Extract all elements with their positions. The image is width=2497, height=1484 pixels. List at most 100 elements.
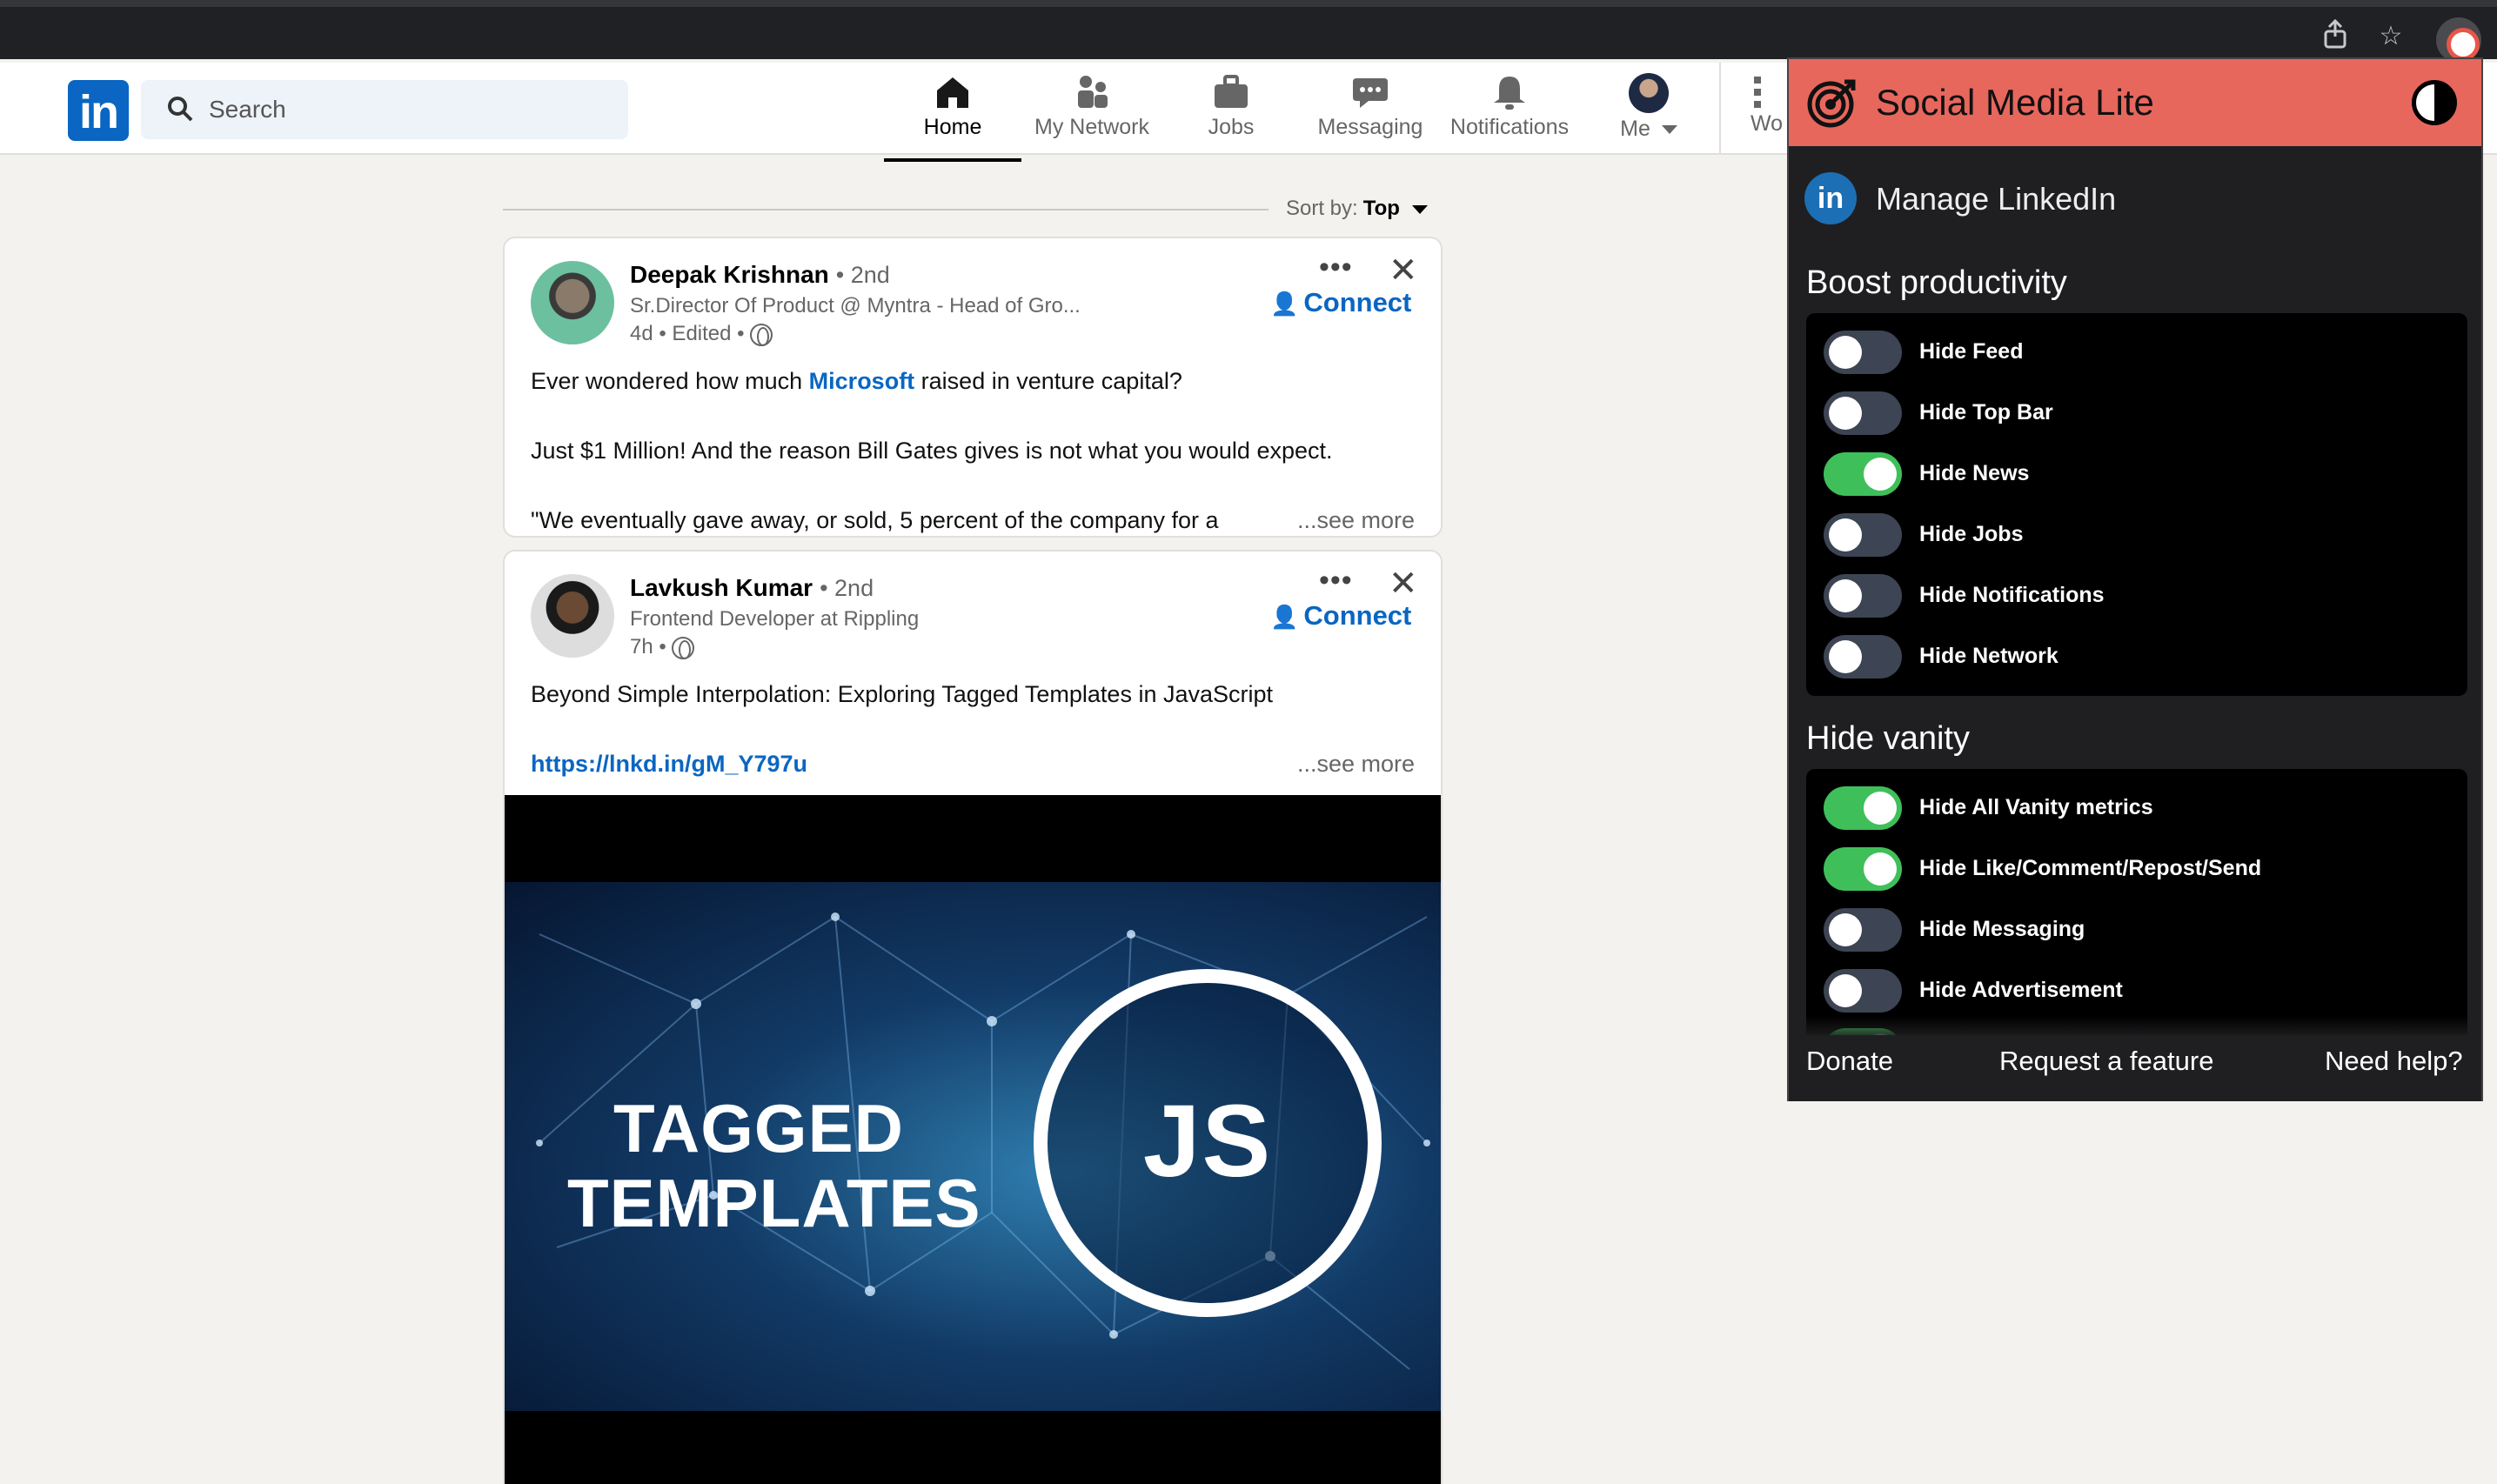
author-name-row[interactable]: Deepak Krishnan • 2nd	[630, 261, 890, 289]
need-help-link[interactable]: Need help?	[2325, 1046, 2463, 1077]
author-headline: Sr.Director Of Product @ Myntra - Head o…	[630, 294, 1081, 318]
toggle-switch[interactable]	[1824, 331, 1902, 374]
toggle-label: Hide Network	[1919, 644, 2059, 668]
toggle-switch[interactable]	[1824, 847, 1902, 891]
nav-messaging-label: Messaging	[1317, 115, 1423, 139]
image-badge: JS	[1142, 1084, 1273, 1199]
close-icon[interactable]: ✕	[1389, 564, 1418, 604]
toggle-switch[interactable]	[1824, 574, 1902, 618]
author-name[interactable]: Deepak Krishnan	[630, 261, 829, 288]
nav-work-label: Wo	[1751, 111, 1784, 136]
toggle-label: Hide News	[1919, 461, 2030, 485]
section-title-boost: Boost productivity	[1806, 264, 2067, 301]
globe-icon	[749, 323, 773, 346]
toggle-switch[interactable]	[1824, 969, 1902, 1013]
nav-notifications-label: Notifications	[1449, 115, 1570, 139]
image-title-line: TAGGED	[613, 1090, 904, 1166]
boost-productivity-panel: Hide Feed Hide Top Bar Hide News Hide Jo…	[1806, 313, 2467, 696]
author-avatar[interactable]	[531, 574, 614, 658]
see-more-link[interactable]: ...see more	[1297, 746, 1415, 781]
sort-control[interactable]: Sort by: Top	[1286, 197, 1428, 221]
post-time: 7h •	[630, 635, 666, 658]
linkedin-logo[interactable]: in	[68, 80, 129, 141]
connection-degree: • 2nd	[820, 575, 874, 601]
post-time: 4d • Edited •	[630, 322, 745, 345]
nav-notifications[interactable]: Notifications	[1441, 73, 1578, 151]
linkedin-icon: in	[1804, 172, 1857, 224]
connect-button[interactable]: 👤 Connect	[1270, 600, 1411, 632]
chevron-down-icon	[1411, 204, 1428, 214]
see-more-link[interactable]: ...see more	[1288, 503, 1415, 536]
toggle-label: Hide All Vanity metrics	[1919, 795, 2153, 819]
nav-messaging[interactable]: Messaging	[1302, 73, 1439, 151]
briefcase-icon	[1215, 75, 1248, 108]
toggle-switch[interactable]	[1824, 635, 1902, 678]
connect-label: Connect	[1303, 600, 1412, 631]
extension-popup: Social Media Lite in Manage LinkedIn Boo…	[1787, 57, 2483, 1101]
manage-linkedin-label: Manage LinkedIn	[1876, 181, 2117, 217]
request-feature-link[interactable]: Request a feature	[1999, 1046, 2213, 1077]
search-icon	[168, 97, 193, 122]
post-text-line: Just $1 Million! And the reason Bill Gat…	[531, 438, 1333, 464]
grid-icon	[1754, 77, 1761, 108]
search-input[interactable]	[209, 80, 609, 139]
connection-degree: • 2nd	[835, 262, 890, 288]
post-text-part: Ever wondered how much	[531, 368, 809, 394]
toggle-switch[interactable]	[1824, 786, 1902, 830]
popup-title: Social Media Lite	[1876, 82, 2154, 123]
toggle-switch[interactable]	[1824, 452, 1902, 496]
toggle-label: Hide Top Bar	[1919, 400, 2053, 424]
post-url-link[interactable]: https://lnkd.in/gM_Y797u	[531, 746, 807, 781]
connect-button[interactable]: 👤 Connect	[1270, 287, 1411, 318]
nav-me-label: Me	[1620, 117, 1650, 141]
author-avatar[interactable]	[531, 261, 614, 344]
theme-toggle-icon[interactable]	[2412, 80, 2457, 125]
bell-icon	[1494, 77, 1525, 110]
author-name[interactable]: Lavkush Kumar	[630, 574, 813, 601]
toggle-switch[interactable]	[1824, 391, 1902, 435]
mention-link[interactable]: Microsoft	[809, 368, 915, 394]
nav-me[interactable]: Me	[1580, 73, 1717, 151]
chevron-down-icon	[1661, 125, 1677, 135]
network-icon	[1078, 76, 1108, 108]
section-title-vanity: Hide vanity	[1806, 720, 1970, 757]
sort-divider	[503, 209, 1269, 211]
author-name-row[interactable]: Lavkush Kumar • 2nd	[630, 574, 874, 602]
toggle-switch[interactable]	[1824, 513, 1902, 557]
nav-home[interactable]: Home	[884, 73, 1021, 162]
more-options-icon[interactable]: •••	[1319, 564, 1353, 598]
add-person-icon: 👤	[1270, 291, 1299, 317]
feed-post: Deepak Krishnan • 2nd Sr.Director Of Prod…	[503, 237, 1443, 538]
nav-jobs-label: Jobs	[1208, 115, 1255, 139]
nav-my-network[interactable]: My Network	[1023, 73, 1161, 151]
toggle-label: Hide Feed	[1919, 339, 2024, 364]
hide-vanity-panel: Hide All Vanity metrics Hide Like/Commen…	[1806, 769, 2467, 1047]
post-text-part: raised in venture capital?	[914, 368, 1182, 394]
more-options-icon[interactable]: •••	[1319, 251, 1353, 284]
post-text-line: "We eventually gave away, or sold, 5 per…	[531, 507, 1219, 533]
social-media-lite-extension-icon[interactable]	[2436, 17, 2481, 63]
share-icon[interactable]	[2318, 18, 2353, 54]
nav-jobs[interactable]: Jobs	[1162, 73, 1300, 151]
target-icon	[1807, 79, 1856, 128]
connect-label: Connect	[1303, 287, 1412, 318]
add-person-icon: 👤	[1270, 604, 1299, 630]
toggle-switch[interactable]	[1824, 908, 1902, 952]
toggle-label: Hide Notifications	[1919, 583, 2105, 607]
image-title: TAGGED TEMPLATES	[567, 1090, 981, 1240]
feed-post: Lavkush Kumar • 2nd Frontend Developer at…	[503, 550, 1443, 1484]
post-image[interactable]: TAGGED TEMPLATES JS	[505, 795, 1441, 1484]
popup-header: Social Media Lite	[1789, 59, 2481, 146]
toggle-label: Hide Advertisement	[1919, 978, 2123, 1002]
donate-link[interactable]: Donate	[1806, 1046, 1893, 1077]
home-icon	[937, 77, 968, 108]
search-box[interactable]	[141, 80, 628, 139]
sort-value: Top	[1362, 197, 1400, 220]
globe-icon	[671, 636, 694, 659]
post-text-line: Beyond Simple Interpolation: Exploring T…	[531, 681, 1274, 707]
post-meta: 7h •	[630, 635, 694, 659]
sort-label: Sort by:	[1286, 197, 1358, 220]
close-icon[interactable]: ✕	[1389, 251, 1418, 291]
author-headline: Frontend Developer at Rippling	[630, 607, 920, 631]
star-icon[interactable]: ☆	[2373, 19, 2408, 54]
